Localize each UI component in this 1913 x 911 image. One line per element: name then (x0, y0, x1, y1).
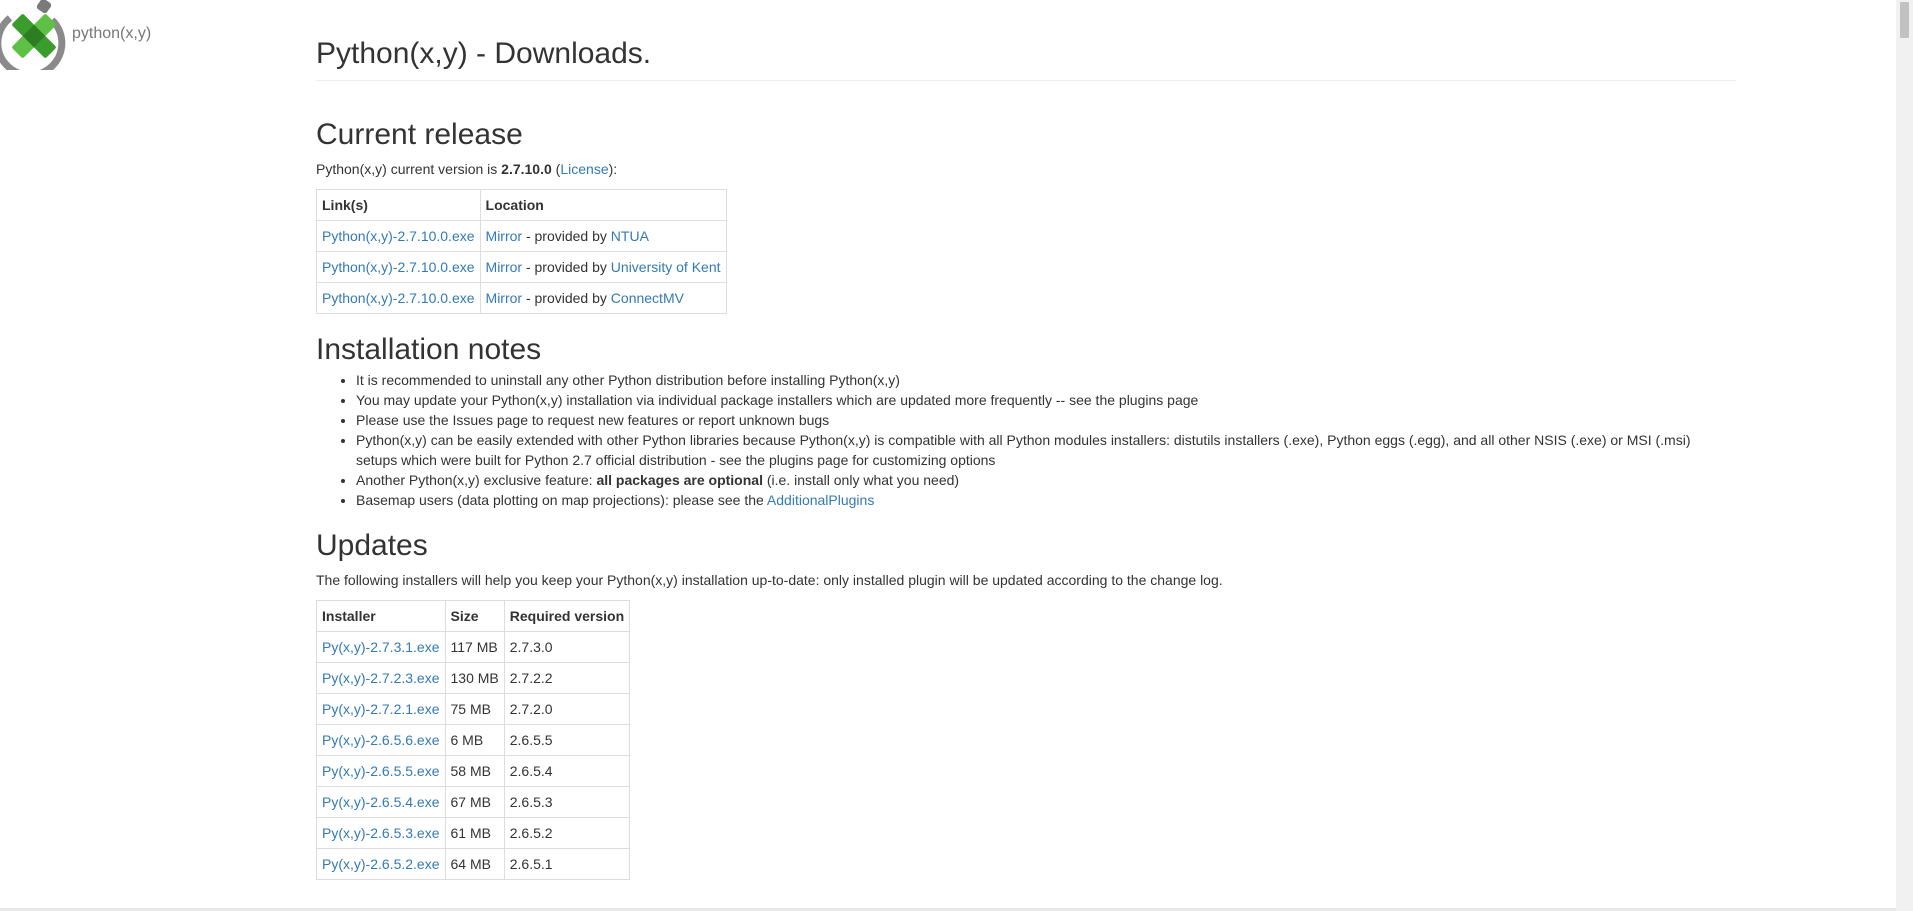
license-link[interactable]: License (560, 161, 608, 177)
installer-link[interactable]: Py(x,y)-2.6.5.6.exe (322, 732, 440, 748)
optional-prefix: Another Python(x,y) exclusive feature: (356, 472, 597, 488)
provided-by-text: - provided by (522, 259, 611, 275)
list-item: Please use the Issues page to request ne… (356, 410, 1736, 430)
current-release-heading: Current release (316, 118, 523, 151)
installer-cell: Py(x,y)-2.6.5.2.exe (316, 848, 446, 880)
logo-text: python(x,y) (72, 25, 152, 42)
table-row: Py(x,y)-2.7.2.1.exe 75 MB 2.7.2.0 (316, 693, 631, 725)
version-intro-suffix: ): (608, 161, 618, 177)
required-version-cell: 2.6.5.4 (503, 755, 631, 787)
column-header-required-version: Required version (503, 600, 631, 632)
download-cell: Python(x,y)-2.7.10.0.exe (316, 220, 481, 252)
installation-notes-list: It is recommended to uninstall any other… (316, 370, 1736, 510)
optional-suffix: (i.e. install only what you need) (762, 472, 960, 488)
provider-link[interactable]: NTUA (611, 228, 649, 244)
installer-cell: Py(x,y)-2.6.5.4.exe (316, 786, 446, 818)
installer-link[interactable]: Py(x,y)-2.6.5.4.exe (322, 794, 440, 810)
location-cell: Mirror - provided by University of Kent (479, 251, 727, 283)
table-row: Py(x,y)-2.6.5.4.exe 67 MB 2.6.5.3 (316, 786, 631, 818)
installer-link[interactable]: Py(x,y)-2.6.5.5.exe (322, 763, 440, 779)
table-row: Py(x,y)-2.7.3.1.exe 117 MB 2.7.3.0 (316, 631, 631, 663)
provided-by-text: - provided by (522, 290, 611, 306)
required-version-cell: 2.7.2.0 (503, 693, 631, 725)
list-item: Python(x,y) can be easily extended with … (356, 430, 1736, 470)
mirror-link[interactable]: Mirror (486, 228, 523, 244)
table-row: Py(x,y)-2.7.2.3.exe 130 MB 2.7.2.2 (316, 662, 631, 694)
size-cell: 61 MB (444, 817, 505, 849)
required-version-cell: 2.6.5.5 (503, 724, 631, 756)
provided-by-text: - provided by (522, 228, 611, 244)
size-cell: 58 MB (444, 755, 505, 787)
updates-intro: The following installers will help you k… (316, 572, 1223, 588)
size-cell: 130 MB (444, 662, 505, 694)
python-xy-logo-icon (0, 0, 66, 70)
optional-bold: all packages are optional (596, 472, 763, 488)
basemap-prefix: Basemap users (data plotting on map proj… (356, 492, 767, 508)
required-version-cell: 2.6.5.3 (503, 786, 631, 818)
current-version-text: Python(x,y) current version is 2.7.10.0 … (316, 159, 1736, 179)
installer-link[interactable]: Py(x,y)-2.6.5.3.exe (322, 825, 440, 841)
scrollbar-thumb[interactable] (1900, 2, 1909, 38)
column-header-location: Location (479, 189, 727, 221)
size-cell: 117 MB (444, 631, 505, 663)
updates-table: Installer Size Required version Py(x,y)-… (316, 600, 631, 880)
table-row: Py(x,y)-2.6.5.3.exe 61 MB 2.6.5.2 (316, 817, 631, 849)
installer-link[interactable]: Py(x,y)-2.7.2.1.exe (322, 701, 440, 717)
installer-link[interactable]: Py(x,y)-2.7.3.1.exe (322, 639, 440, 655)
installer-link[interactable]: Py(x,y)-2.6.5.2.exe (322, 856, 440, 872)
column-header-installer: Installer (316, 600, 446, 632)
main-content: Python(x,y) - Downloads. Current release… (316, 0, 1736, 880)
table-row: Py(x,y)-2.6.5.5.exe 58 MB 2.6.5.4 (316, 755, 631, 787)
download-link[interactable]: Python(x,y)-2.7.10.0.exe (322, 290, 475, 306)
table-header-row: Link(s) Location (316, 189, 727, 221)
list-item: It is recommended to uninstall any other… (356, 370, 1736, 390)
size-cell: 67 MB (444, 786, 505, 818)
download-cell: Python(x,y)-2.7.10.0.exe (316, 282, 481, 314)
size-cell: 64 MB (444, 848, 505, 880)
download-link[interactable]: Python(x,y)-2.7.10.0.exe (322, 228, 475, 244)
version-number: 2.7.10.0 (501, 161, 552, 177)
site-logo[interactable]: python(x,y) (0, 0, 160, 70)
version-intro-prefix: Python(x,y) current version is (316, 161, 502, 177)
mirror-link[interactable]: Mirror (486, 290, 523, 306)
column-header-size: Size (444, 600, 505, 632)
required-version-cell: 2.7.3.0 (503, 631, 631, 663)
additional-plugins-link[interactable]: AdditionalPlugins (767, 492, 874, 508)
installer-cell: Py(x,y)-2.7.2.3.exe (316, 662, 446, 694)
column-header-links: Link(s) (316, 189, 481, 221)
list-item: You may update your Python(x,y) installa… (356, 390, 1736, 410)
list-item: Basemap users (data plotting on map proj… (356, 490, 1736, 510)
location-cell: Mirror - provided by NTUA (479, 220, 727, 252)
mirror-link[interactable]: Mirror (486, 259, 523, 275)
table-row: Python(x,y)-2.7.10.0.exe Mirror - provid… (316, 251, 727, 283)
size-cell: 6 MB (444, 724, 505, 756)
vertical-scrollbar[interactable] (1896, 0, 1913, 911)
table-row: Python(x,y)-2.7.10.0.exe Mirror - provid… (316, 220, 727, 252)
location-cell: Mirror - provided by ConnectMV (479, 282, 727, 314)
required-version-cell: 2.7.2.2 (503, 662, 631, 694)
table-header-row: Installer Size Required version (316, 600, 631, 632)
provider-link[interactable]: University of Kent (611, 259, 721, 275)
required-version-cell: 2.6.5.1 (503, 848, 631, 880)
installer-cell: Py(x,y)-2.7.3.1.exe (316, 631, 446, 663)
page-title: Python(x,y) - Downloads. (316, 36, 1736, 81)
table-row: Python(x,y)-2.7.10.0.exe Mirror - provid… (316, 282, 727, 314)
updates-heading: Updates (316, 529, 428, 562)
installer-cell: Py(x,y)-2.7.2.1.exe (316, 693, 446, 725)
required-version-cell: 2.6.5.2 (503, 817, 631, 849)
table-row: Py(x,y)-2.6.5.2.exe 64 MB 2.6.5.1 (316, 848, 631, 880)
installer-cell: Py(x,y)-2.6.5.3.exe (316, 817, 446, 849)
table-row: Py(x,y)-2.6.5.6.exe 6 MB 2.6.5.5 (316, 724, 631, 756)
installation-notes-heading: Installation notes (316, 333, 542, 366)
downloads-table: Link(s) Location Python(x,y)-2.7.10.0.ex… (316, 189, 727, 314)
download-cell: Python(x,y)-2.7.10.0.exe (316, 251, 481, 283)
installer-cell: Py(x,y)-2.6.5.5.exe (316, 755, 446, 787)
download-link[interactable]: Python(x,y)-2.7.10.0.exe (322, 259, 475, 275)
installer-link[interactable]: Py(x,y)-2.7.2.3.exe (322, 670, 440, 686)
provider-link[interactable]: ConnectMV (611, 290, 684, 306)
installer-cell: Py(x,y)-2.6.5.6.exe (316, 724, 446, 756)
size-cell: 75 MB (444, 693, 505, 725)
list-item: Another Python(x,y) exclusive feature: a… (356, 470, 1736, 490)
